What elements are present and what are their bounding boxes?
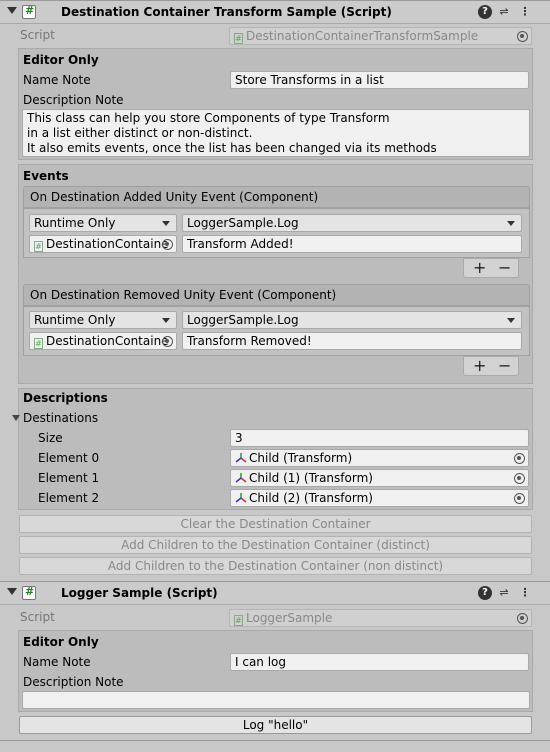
object-picker-icon[interactable] — [162, 239, 173, 250]
script-file-icon: # — [34, 338, 43, 349]
name-note-input[interactable]: I can log — [230, 653, 529, 671]
object-picker-icon[interactable] — [162, 336, 173, 347]
menu-icon[interactable]: ⋮ — [518, 586, 532, 600]
dropdown-value: Runtime Only — [34, 216, 116, 230]
script-field[interactable]: # DestinationContainerTransformSample — [229, 27, 532, 45]
menu-icon[interactable]: ⋮ — [518, 5, 532, 19]
component-title: Destination Container Transform Sample (… — [61, 5, 392, 19]
script-field[interactable]: # LoggerSample — [229, 609, 532, 627]
events-header: Events — [23, 169, 69, 183]
component-header-logger-sample[interactable]: Logger Sample (Script) ? ⇌ ⋮ — [0, 581, 550, 605]
script-name: LoggerSample — [246, 611, 333, 625]
element-2-field[interactable]: Child (2) (Transform) — [230, 489, 529, 507]
dropdown-value: Runtime Only — [34, 313, 116, 327]
event-removed-mode-dropdown[interactable]: Runtime Only — [29, 311, 177, 329]
script-file-icon: # — [34, 241, 43, 252]
descriptions-header: Descriptions — [23, 391, 108, 405]
element-0-field[interactable]: Child (Transform) — [230, 449, 529, 467]
event-added-mode-dropdown[interactable]: Runtime Only — [29, 214, 177, 232]
plus-button[interactable]: + — [473, 259, 486, 277]
description-note-label: Description Note — [23, 675, 124, 689]
component-enabled-checkbox[interactable] — [22, 4, 36, 19]
divider — [0, 740, 550, 741]
destinations-label[interactable]: Destinations — [23, 411, 98, 425]
event-removed-list-controls: + − — [463, 356, 519, 376]
clear-destination-container-button[interactable]: Clear the Destination Container — [19, 515, 532, 533]
object-picker-icon[interactable] — [514, 453, 525, 464]
event-removed-argument-input[interactable]: Transform Removed! — [182, 332, 522, 350]
object-picker-icon[interactable] — [514, 493, 525, 504]
script-label: Script — [20, 610, 55, 624]
name-note-label: Name Note — [23, 655, 91, 669]
size-input[interactable]: 3 — [230, 429, 529, 447]
event-removed-target-field[interactable]: # DestinationContaine — [29, 332, 177, 350]
plus-button[interactable]: + — [473, 357, 486, 375]
minus-button[interactable]: − — [498, 259, 511, 277]
transform-icon — [235, 492, 247, 504]
name-note-label: Name Note — [23, 73, 91, 87]
element-2-label: Element 2 — [38, 491, 100, 505]
object-picker-icon[interactable] — [517, 31, 528, 42]
chevron-down-icon — [507, 318, 515, 323]
presets-icon[interactable]: ⇌ — [497, 5, 511, 19]
chevron-down-icon — [162, 221, 170, 226]
target-name: DestinationContaine — [46, 237, 169, 251]
dropdown-value: LoggerSample.Log — [187, 313, 299, 327]
component-header-destination-container[interactable]: Destination Container Transform Sample (… — [0, 0, 550, 24]
script-file-icon: # — [234, 33, 243, 44]
description-line: This class can help you store Components… — [27, 111, 390, 125]
chevron-down-icon — [507, 221, 515, 226]
script-file-icon: # — [234, 615, 243, 626]
transform-icon — [235, 452, 247, 464]
event-added-function-dropdown[interactable]: LoggerSample.Log — [182, 214, 522, 232]
element-1-field[interactable]: Child (1) (Transform) — [230, 469, 529, 487]
description-line: It also emits events, once the list has … — [27, 141, 437, 155]
event-removed-title: On Destination Removed Unity Event (Comp… — [30, 288, 337, 302]
help-icon[interactable]: ? — [478, 5, 492, 19]
element-value: Child (2) (Transform) — [249, 491, 373, 505]
target-name: DestinationContaine — [46, 334, 169, 348]
event-removed-function-dropdown[interactable]: LoggerSample.Log — [182, 311, 522, 329]
element-value: Child (Transform) — [249, 451, 353, 465]
editor-only-header: Editor Only — [23, 635, 99, 649]
element-0-label: Element 0 — [38, 451, 100, 465]
add-children-distinct-button[interactable]: Add Children to the Destination Containe… — [19, 536, 532, 554]
event-added-target-field[interactable]: # DestinationContaine — [29, 235, 177, 253]
description-note-textarea[interactable] — [22, 691, 530, 709]
minus-button[interactable]: − — [498, 357, 511, 375]
component-enabled-checkbox[interactable] — [22, 585, 36, 600]
size-label: Size — [38, 431, 63, 445]
name-note-input[interactable]: Store Transforms in a list — [230, 71, 529, 89]
log-hello-button[interactable]: Log "hello" — [19, 716, 532, 734]
element-1-label: Element 1 — [38, 471, 100, 485]
object-picker-icon[interactable] — [517, 613, 528, 624]
presets-icon[interactable]: ⇌ — [497, 586, 511, 600]
dropdown-value: LoggerSample.Log — [187, 216, 299, 230]
help-icon[interactable]: ? — [478, 586, 492, 600]
chevron-down-icon — [162, 318, 170, 323]
element-value: Child (1) (Transform) — [249, 471, 373, 485]
transform-icon — [235, 472, 247, 484]
object-picker-icon[interactable] — [514, 473, 525, 484]
script-label: Script — [20, 28, 55, 42]
editor-only-header: Editor Only — [23, 53, 99, 67]
event-added-list-controls: + − — [463, 258, 519, 278]
description-note-label: Description Note — [23, 93, 124, 107]
foldout-arrow-icon[interactable] — [12, 415, 20, 421]
foldout-arrow-icon[interactable] — [7, 588, 17, 595]
description-line: in a list either distinct or non-distinc… — [27, 126, 253, 140]
component-title: Logger Sample (Script) — [61, 586, 218, 600]
add-children-non-distinct-button[interactable]: Add Children to the Destination Containe… — [19, 557, 532, 575]
foldout-arrow-icon[interactable] — [7, 7, 17, 14]
event-added-title: On Destination Added Unity Event (Compon… — [30, 190, 319, 204]
event-added-argument-input[interactable]: Transform Added! — [182, 235, 522, 253]
description-note-textarea[interactable]: This class can help you store Components… — [22, 109, 530, 157]
script-name: DestinationContainerTransformSample — [246, 29, 479, 43]
